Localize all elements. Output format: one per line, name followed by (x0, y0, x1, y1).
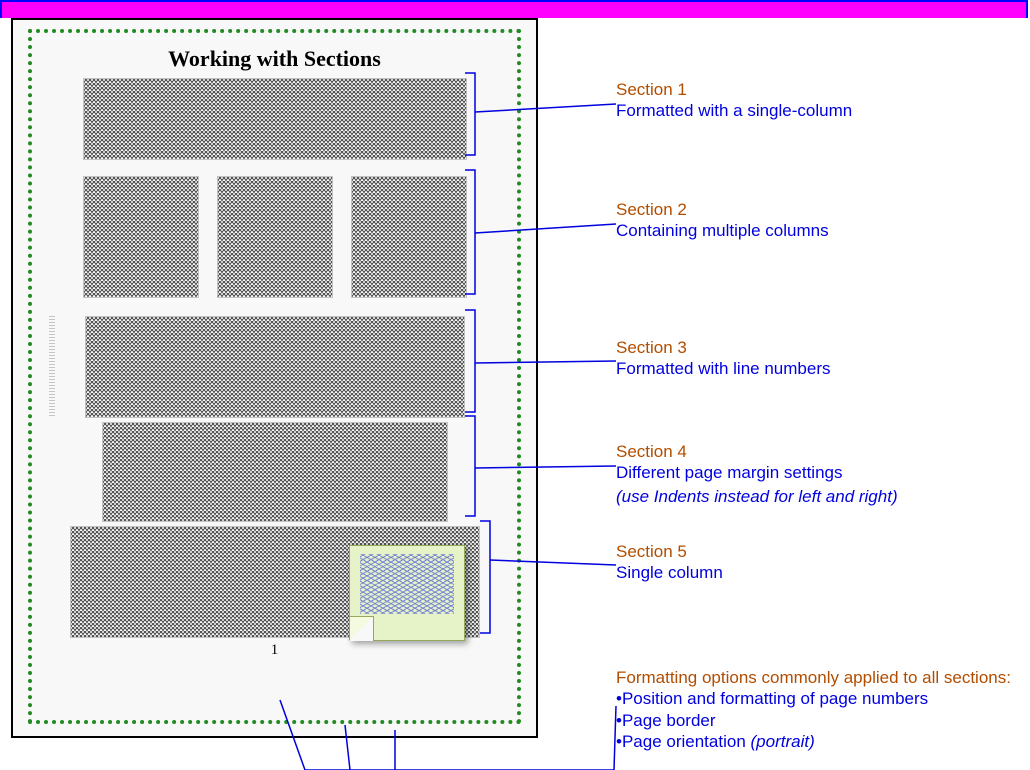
annotation-label: Section 4 (616, 441, 898, 462)
section-4-block (102, 422, 448, 522)
page-fold-icon (350, 616, 374, 640)
bullet-text: Page orientation (622, 732, 746, 751)
annotation-label: Section 3 (616, 337, 830, 358)
page-title: Working with Sections (168, 46, 381, 72)
annotation-label: Section 5 (616, 541, 723, 562)
magenta-top-bar (0, 0, 1028, 18)
page-number: 1 (271, 642, 279, 659)
bullet-text: Page border (622, 711, 716, 730)
annotation-desc: Formatted with line numbers (616, 358, 830, 379)
annotation-hint: (use Indents instead for left and right) (616, 486, 898, 507)
embedded-note (349, 545, 465, 641)
annotation-desc: Formatted with a single-column (616, 100, 852, 121)
section-2-col-2 (217, 176, 333, 298)
section-5-block (70, 526, 480, 638)
annotation-common-options: Formatting options commonly applied to a… (616, 667, 1016, 752)
common-bullet: •Page border (616, 710, 1016, 731)
section-3-block (85, 316, 465, 418)
annotation-label: Section 1 (616, 79, 852, 100)
annotation-section-3: Section 3 Formatted with line numbers (616, 337, 830, 380)
bullet-paren: (portrait) (751, 732, 815, 751)
annotation-section-4: Section 4 Different page margin settings… (616, 441, 898, 507)
annotation-section-1: Section 1 Formatted with a single-column (616, 79, 852, 122)
section-1-block (83, 78, 467, 160)
common-heading: Formatting options commonly applied to a… (616, 667, 1016, 688)
line-numbers-strip (49, 316, 55, 416)
common-bullet: •Page orientation (portrait) (616, 731, 1016, 752)
annotation-desc: Different page margin settings (616, 462, 898, 483)
annotation-desc: Containing multiple columns (616, 220, 829, 241)
bullet-text: Position and formatting of page numbers (622, 689, 928, 708)
note-pattern (360, 554, 454, 614)
annotation-section-5: Section 5 Single column (616, 541, 723, 584)
annotation-desc: Single column (616, 562, 723, 583)
annotation-label: Section 2 (616, 199, 829, 220)
section-2-col-3 (351, 176, 467, 298)
common-bullet: •Position and formatting of page numbers (616, 688, 1016, 709)
section-2-col-1 (83, 176, 199, 298)
annotation-section-2: Section 2 Containing multiple columns (616, 199, 829, 242)
page-frame: Working with Sections 1 (11, 18, 538, 738)
section-2-row (83, 176, 467, 298)
